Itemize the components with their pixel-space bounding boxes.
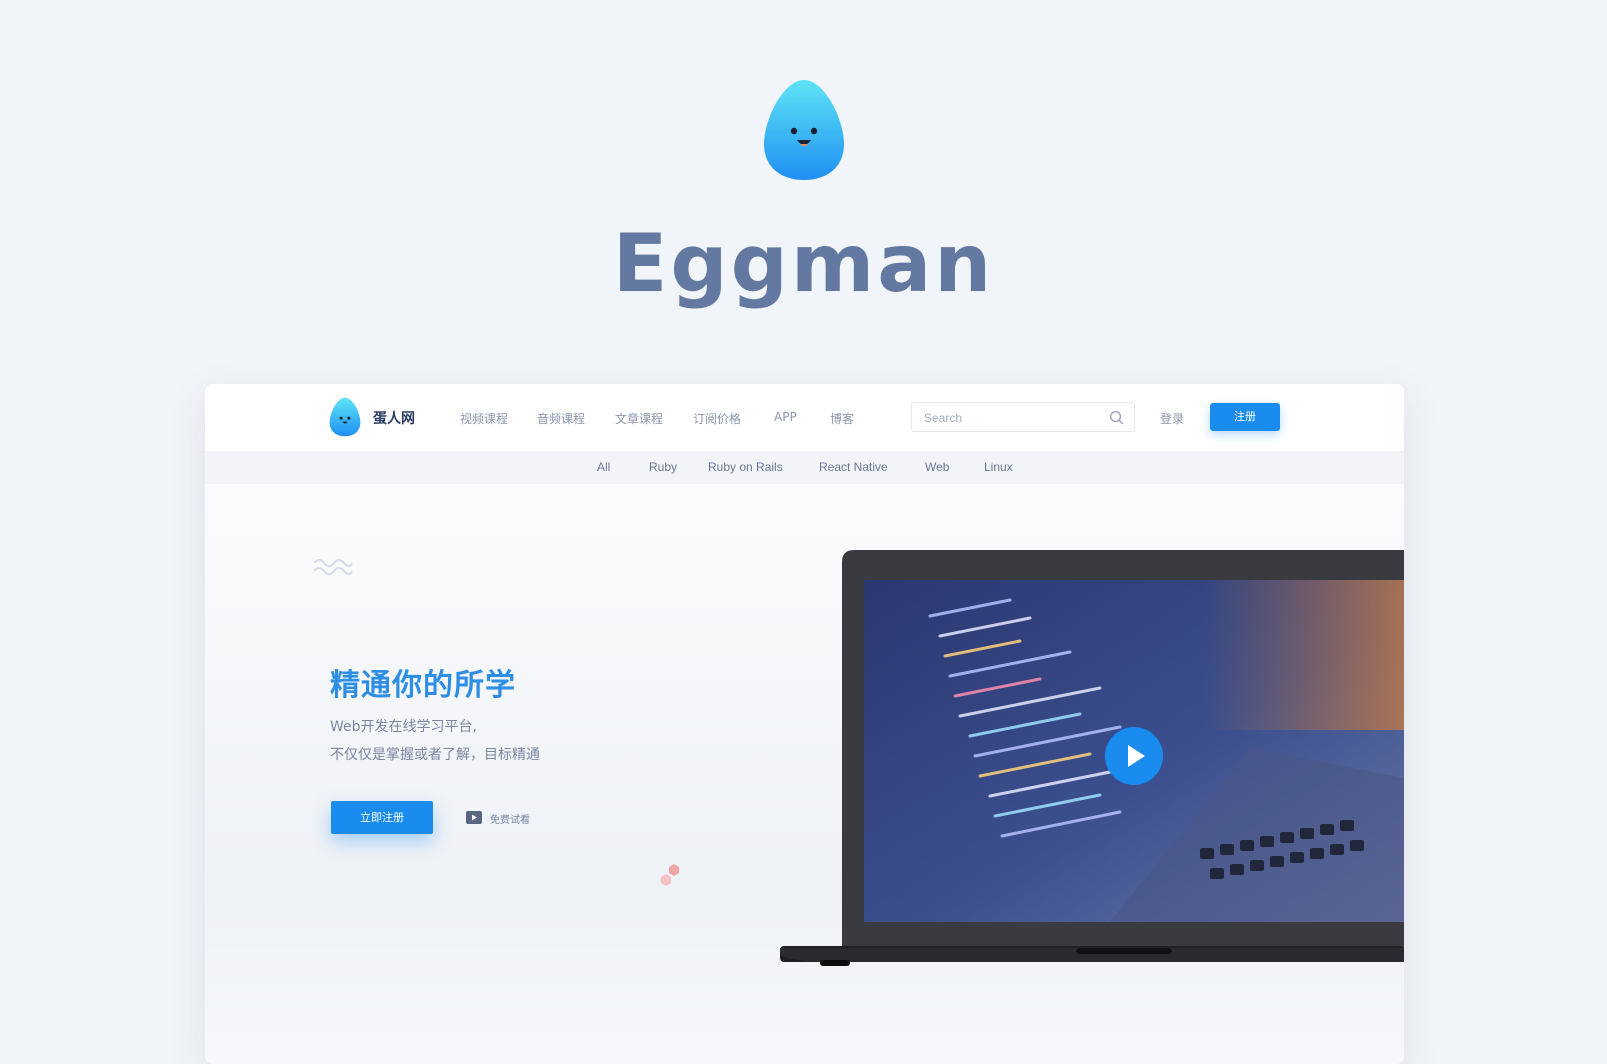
- login-link[interactable]: 登录: [1160, 410, 1184, 427]
- category-ruby[interactable]: Ruby: [649, 460, 677, 474]
- search-input[interactable]: [922, 403, 1106, 433]
- video-icon: [466, 811, 482, 824]
- play-button[interactable]: [1104, 726, 1164, 786]
- laptop-video-player: [780, 550, 1404, 966]
- nav-link-audio-courses[interactable]: 音频课程: [537, 410, 585, 427]
- category-web[interactable]: Web: [925, 460, 949, 474]
- nav-link-blog[interactable]: 博客: [830, 410, 854, 427]
- hero-subtitle-line1: Web开发在线学习平台,: [330, 719, 477, 735]
- category-linux[interactable]: Linux: [984, 460, 1013, 474]
- nav-link-pricing[interactable]: 订阅价格: [693, 410, 741, 427]
- nav-link-video-courses[interactable]: 视频课程: [460, 410, 508, 427]
- website-preview-card: 蛋人网 视频课程 音频课程 文章课程 订阅价格 APP 博客 登录 注册 All…: [205, 384, 1404, 1064]
- nav-link-app[interactable]: APP: [774, 410, 797, 424]
- hero-heading: 精通你的所学: [330, 668, 516, 703]
- site-name[interactable]: 蛋人网: [373, 408, 415, 428]
- hero-subtitle-line2: 不仅仅是掌握或者了解，目标精通: [330, 747, 540, 763]
- register-now-button[interactable]: 立即注册: [331, 801, 433, 834]
- site-logo-icon[interactable]: [329, 397, 361, 437]
- category-bar: All Ruby Ruby on Rails React Native Web …: [205, 451, 1404, 484]
- nav-link-article-courses[interactable]: 文章课程: [615, 410, 663, 427]
- brand-title: Eggman: [612, 217, 995, 310]
- category-all[interactable]: All: [597, 460, 610, 474]
- hero-section: 精通你的所学 Web开发在线学习平台, 不仅仅是掌握或者了解，目标精通 立即注册…: [205, 484, 1404, 1064]
- category-ruby-on-rails[interactable]: Ruby on Rails: [708, 460, 783, 474]
- top-navbar: 蛋人网 视频课程 音频课程 文章课程 订阅价格 APP 博客 登录 注册: [205, 384, 1404, 451]
- search-box: [911, 402, 1135, 433]
- egg-mascot-logo: [764, 80, 844, 180]
- signup-button[interactable]: 注册: [1210, 403, 1280, 431]
- hexagon-decoration: [661, 864, 679, 886]
- free-trial-label: 免费试看: [490, 815, 530, 826]
- wave-icon: [313, 559, 353, 575]
- search-icon[interactable]: [1109, 410, 1124, 425]
- category-react-native[interactable]: React Native: [819, 460, 888, 474]
